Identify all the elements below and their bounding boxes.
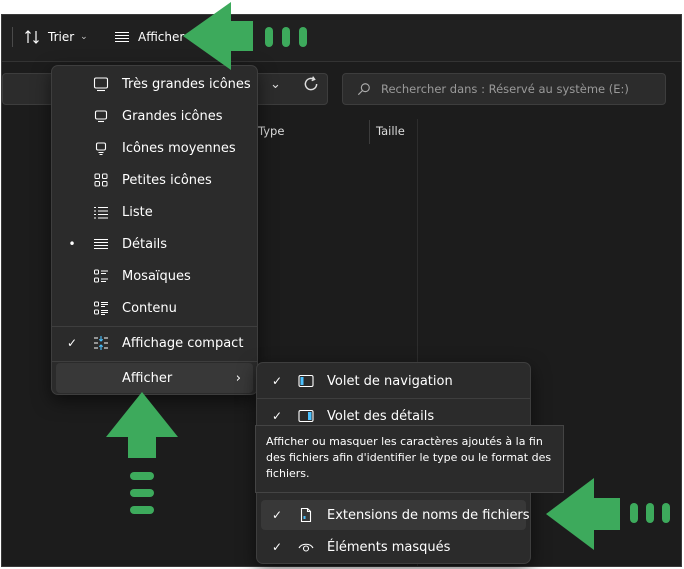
menu-separator bbox=[52, 326, 257, 327]
submenu-item-file-extensions[interactable]: ✓ Extensions de noms de fichiers bbox=[261, 500, 530, 530]
menu-item-content[interactable]: Contenu bbox=[56, 293, 253, 323]
submenu-item-label: Éléments masqués bbox=[327, 539, 451, 555]
menu-separator bbox=[257, 398, 530, 399]
menu-item-label: Grandes icônes bbox=[122, 108, 223, 124]
annotation-arrow-up-icon bbox=[106, 392, 178, 514]
navigation-pane-icon bbox=[298, 374, 314, 388]
annotation-arrow-left-icon bbox=[546, 478, 670, 550]
eye-icon bbox=[298, 543, 314, 552]
view-label: Afficher bbox=[138, 30, 185, 44]
menu-item-tiles[interactable]: Mosaïques bbox=[56, 261, 253, 291]
column-separator[interactable] bbox=[369, 120, 370, 144]
checkmark-icon: ✓ bbox=[271, 508, 283, 522]
chevron-right-icon: › bbox=[235, 370, 241, 386]
menu-item-label: Petites icônes bbox=[122, 172, 212, 188]
search-input[interactable]: Rechercher dans : Réservé au système (E:… bbox=[342, 73, 666, 105]
menu-item-label: Mosaïques bbox=[122, 268, 191, 284]
view-menu: Très grandes icônes Grandes icônes Icône… bbox=[51, 65, 258, 395]
menu-item-label: Afficher bbox=[122, 370, 173, 386]
menu-item-compact-view[interactable]: ✓ Affichage compact bbox=[56, 328, 253, 358]
file-extensions-tooltip: Afficher ou masquer les caractères ajout… bbox=[255, 425, 564, 493]
compact-view-icon bbox=[94, 336, 108, 350]
menu-item-label: Icônes moyennes bbox=[122, 140, 236, 156]
details-icon bbox=[94, 238, 108, 250]
menu-item-label: Très grandes icônes bbox=[122, 76, 251, 92]
menu-item-large-icons[interactable]: Grandes icônes bbox=[56, 101, 253, 131]
large-icons-icon bbox=[94, 110, 108, 123]
toolbar-separator bbox=[12, 27, 13, 47]
search-icon bbox=[357, 83, 370, 96]
submenu-item-navigation-pane[interactable]: ✓ Volet de navigation bbox=[261, 366, 526, 396]
column-type-header[interactable]: Type bbox=[258, 124, 284, 138]
view-lines-icon bbox=[115, 31, 129, 43]
menu-item-show[interactable]: Afficher › bbox=[56, 363, 253, 393]
menu-item-small-icons[interactable]: Petites icônes bbox=[56, 165, 253, 195]
search-placeholder: Rechercher dans : Réservé au système (E:… bbox=[381, 82, 629, 96]
file-extension-icon bbox=[300, 507, 312, 523]
menu-item-label: Liste bbox=[122, 204, 153, 220]
submenu-item-label: Extensions de noms de fichiers bbox=[327, 507, 530, 523]
list-icon bbox=[94, 206, 108, 219]
refresh-icon[interactable] bbox=[302, 75, 320, 93]
checkmark-icon: ✓ bbox=[271, 540, 283, 554]
sort-label: Trier bbox=[48, 30, 75, 44]
annotation-arrow-left-icon bbox=[183, 2, 307, 70]
menu-item-medium-icons[interactable]: Icônes moyennes bbox=[56, 133, 253, 163]
menu-item-list[interactable]: Liste bbox=[56, 197, 253, 227]
selected-bullet-icon: • bbox=[68, 237, 76, 251]
menu-item-label: Affichage compact bbox=[122, 335, 244, 351]
sort-button[interactable]: Trier ⌄ bbox=[24, 24, 88, 50]
small-icons-icon bbox=[94, 173, 108, 187]
menu-item-extra-large-icons[interactable]: Très grandes icônes bbox=[56, 69, 253, 99]
menu-separator bbox=[52, 361, 257, 362]
menu-item-label: Détails bbox=[122, 236, 168, 252]
sort-icon bbox=[25, 30, 39, 44]
submenu-item-label: Volet de navigation bbox=[327, 373, 453, 389]
menu-item-label: Contenu bbox=[122, 300, 177, 316]
content-icon bbox=[94, 301, 108, 315]
checkmark-icon: ✓ bbox=[271, 409, 283, 423]
column-size-header[interactable]: Taille bbox=[376, 124, 405, 138]
command-bar: Trier ⌄ Afficher bbox=[2, 15, 681, 62]
menu-item-details[interactable]: • Détails bbox=[56, 229, 253, 259]
tiles-icon bbox=[94, 269, 108, 283]
chevron-down-icon[interactable]: ⌄ bbox=[270, 77, 281, 92]
submenu-item-hidden-items[interactable]: ✓ Éléments masqués bbox=[261, 532, 526, 562]
details-pane-icon bbox=[298, 409, 314, 423]
checkmark-icon: ✓ bbox=[271, 374, 283, 388]
extra-large-icons-icon bbox=[93, 77, 109, 92]
view-button[interactable]: Afficher bbox=[114, 24, 184, 50]
submenu-item-label: Volet des détails bbox=[327, 408, 435, 424]
chevron-down-icon: ⌄ bbox=[80, 32, 88, 42]
checkmark-icon: ✓ bbox=[66, 336, 78, 350]
medium-icons-icon bbox=[95, 142, 107, 156]
